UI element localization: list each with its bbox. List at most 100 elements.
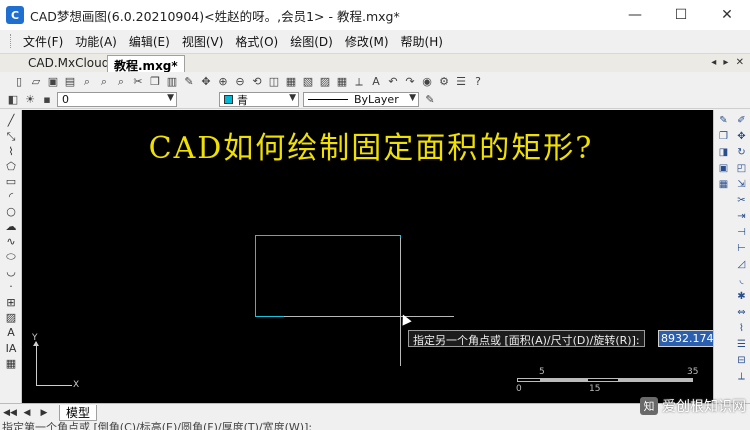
xline-icon[interactable]: ⤡ xyxy=(4,130,18,143)
match-properties-icon[interactable]: ✎ xyxy=(182,75,196,89)
linetype-tool-icon[interactable]: ✎ xyxy=(423,93,437,107)
layout-tab-bar: ◀◀ ◀ ▶ 模型 xyxy=(0,403,750,421)
lengthen-icon[interactable]: ⇔ xyxy=(735,306,748,319)
pan-icon[interactable]: ✥ xyxy=(199,75,213,89)
polyline-icon[interactable]: ⌇ xyxy=(4,145,18,158)
render-icon[interactable]: ◉ xyxy=(420,75,434,89)
zoom-window-icon[interactable]: ⌕ xyxy=(97,75,111,89)
image-icon[interactable]: ▨ xyxy=(318,75,332,89)
edit-polyline-icon[interactable]: ⌇ xyxy=(735,322,748,335)
print-icon[interactable]: ▤ xyxy=(63,75,77,89)
spline-icon[interactable]: ∿ xyxy=(4,235,18,248)
revcloud-icon[interactable]: ☁ xyxy=(4,220,18,233)
rectangle-icon[interactable]: ▭ xyxy=(4,175,18,188)
line-icon[interactable]: ╱ xyxy=(4,114,18,127)
insert-icon[interactable]: ▧ xyxy=(301,75,315,89)
layer-select[interactable]: 0 ▼ xyxy=(57,92,177,107)
hatch-icon[interactable]: ▨ xyxy=(4,311,18,324)
tool-pencil-icon[interactable]: ✐ xyxy=(735,114,748,127)
polygon-icon[interactable]: ⬠ xyxy=(4,160,18,173)
command-line[interactable]: 指定第一个角点或 [倒角(C)/标高(E)/圆角(F)/厚度(T)/宽度(W)]… xyxy=(0,421,750,430)
menu-function[interactable]: 功能(A) xyxy=(69,33,123,50)
block-icon[interactable]: ▦ xyxy=(284,75,298,89)
offset-icon[interactable]: ▣ xyxy=(717,162,730,175)
tab-mxcloud[interactable]: CAD.MxCloud xyxy=(22,55,115,73)
zoom-extents-icon[interactable]: ⌕ xyxy=(114,75,128,89)
drawing-canvas[interactable]: CAD如何绘制固定面积的矩形? 指定另一个角点或 [面积(A)/尺寸(D)/旋转… xyxy=(22,110,713,403)
move-icon[interactable]: ✥ xyxy=(735,130,748,143)
first-tab-icon[interactable]: ◀◀ xyxy=(3,406,17,420)
zoom-realtime-icon[interactable]: ⌕ xyxy=(80,75,94,89)
chamfer-icon[interactable]: ◿ xyxy=(735,258,748,271)
measure-icon[interactable]: ⟂ xyxy=(352,75,366,89)
mirror-icon[interactable]: ◨ xyxy=(717,146,730,159)
new-file-icon[interactable]: ▯ xyxy=(12,75,26,89)
paste-icon[interactable]: ▥ xyxy=(165,75,179,89)
stretch-icon[interactable]: ⇲ xyxy=(735,178,748,191)
save-icon[interactable]: ▣ xyxy=(46,75,60,89)
copy-object-icon[interactable]: ❐ xyxy=(717,130,730,143)
ellipse-icon[interactable]: ⬭ xyxy=(4,250,18,263)
layer-lock-icon[interactable]: ▪ xyxy=(40,93,54,107)
measure-tool-icon[interactable]: ⟂ xyxy=(735,370,748,383)
help-icon[interactable]: ? xyxy=(471,75,485,89)
open-folder-icon[interactable]: ▱ xyxy=(29,75,43,89)
maximize-button[interactable]: ☐ xyxy=(658,0,704,30)
layer-manager-icon[interactable]: ◧ xyxy=(6,93,20,107)
zoom-in-icon[interactable]: ⊕ xyxy=(216,75,230,89)
explode-icon[interactable]: ✱ xyxy=(735,290,748,303)
trim-icon[interactable]: ✂ xyxy=(735,194,748,207)
align-icon[interactable]: ⊟ xyxy=(735,354,748,367)
color-select[interactable]: 青 ▼ xyxy=(219,92,299,107)
rectangle-shape[interactable] xyxy=(255,235,401,317)
prev-tab-icon[interactable]: ◀ xyxy=(20,406,34,420)
close-button[interactable]: ✕ xyxy=(704,0,750,30)
copy-icon[interactable]: ❐ xyxy=(148,75,162,89)
arc-icon[interactable]: ◜ xyxy=(4,190,18,203)
table-draw-icon[interactable]: ▦ xyxy=(4,357,18,370)
erase-icon[interactable]: ✎ xyxy=(717,114,730,127)
ellipse-arc-icon[interactable]: ◡ xyxy=(4,265,18,278)
break-icon[interactable]: ⊣ xyxy=(735,226,748,239)
mtext-icon[interactable]: IA xyxy=(4,342,18,355)
menu-edit[interactable]: 编辑(E) xyxy=(123,33,176,50)
menu-help[interactable]: 帮助(H) xyxy=(395,33,449,50)
dynamic-input-field-1[interactable]: 8932.174 xyxy=(658,330,713,347)
menu-format[interactable]: 格式(O) xyxy=(229,33,284,50)
point-icon[interactable]: · xyxy=(4,280,18,293)
text-style-icon[interactable]: A xyxy=(369,75,383,89)
menu-view[interactable]: 视图(V) xyxy=(176,33,230,50)
linetype-select[interactable]: ByLayer ▼ xyxy=(303,92,419,107)
properties-icon[interactable]: ☰ xyxy=(454,75,468,89)
table-icon[interactable]: ▦ xyxy=(335,75,349,89)
redo-icon[interactable]: ↷ xyxy=(403,75,417,89)
ucs-x-label: X xyxy=(73,380,80,390)
menu-file[interactable]: 文件(F) xyxy=(17,33,69,50)
tab-tutorial[interactable]: 教程.mxg* xyxy=(107,55,185,73)
circle-icon[interactable]: ○ xyxy=(4,205,18,218)
undo-icon[interactable]: ↶ xyxy=(386,75,400,89)
array-icon[interactable]: ▦ xyxy=(717,178,730,191)
zoom-out-icon[interactable]: ⊖ xyxy=(233,75,247,89)
zoom-previous-icon[interactable]: ⟲ xyxy=(250,75,264,89)
next-tab-icon[interactable]: ▶ xyxy=(37,406,51,420)
text-icon[interactable]: A xyxy=(4,326,18,339)
ucs-y-axis xyxy=(36,342,37,386)
cut-icon[interactable]: ✂ xyxy=(131,75,145,89)
minimize-button[interactable]: — xyxy=(612,0,658,30)
settings-icon[interactable]: ⚙ xyxy=(437,75,451,89)
tab-model[interactable]: 模型 xyxy=(59,404,98,421)
layer-icon[interactable]: ◫ xyxy=(267,75,281,89)
tab-nav-controls[interactable]: ◂ ▸ ✕ xyxy=(711,57,746,68)
extend-icon[interactable]: ⇥ xyxy=(735,210,748,223)
rotate-icon[interactable]: ↻ xyxy=(735,146,748,159)
scale-icon[interactable]: ◰ xyxy=(735,162,748,175)
linetype-preview xyxy=(308,99,348,100)
properties-panel-icon[interactable]: ☰ xyxy=(735,338,748,351)
block-insert-icon[interactable]: ⊞ xyxy=(4,296,18,309)
menu-modify[interactable]: 修改(M) xyxy=(339,33,395,50)
join-icon[interactable]: ⊢ xyxy=(735,242,748,255)
layer-state-icon[interactable]: ☀ xyxy=(23,93,37,107)
menu-draw[interactable]: 绘图(D) xyxy=(284,33,339,50)
fillet-icon[interactable]: ◟ xyxy=(735,274,748,287)
